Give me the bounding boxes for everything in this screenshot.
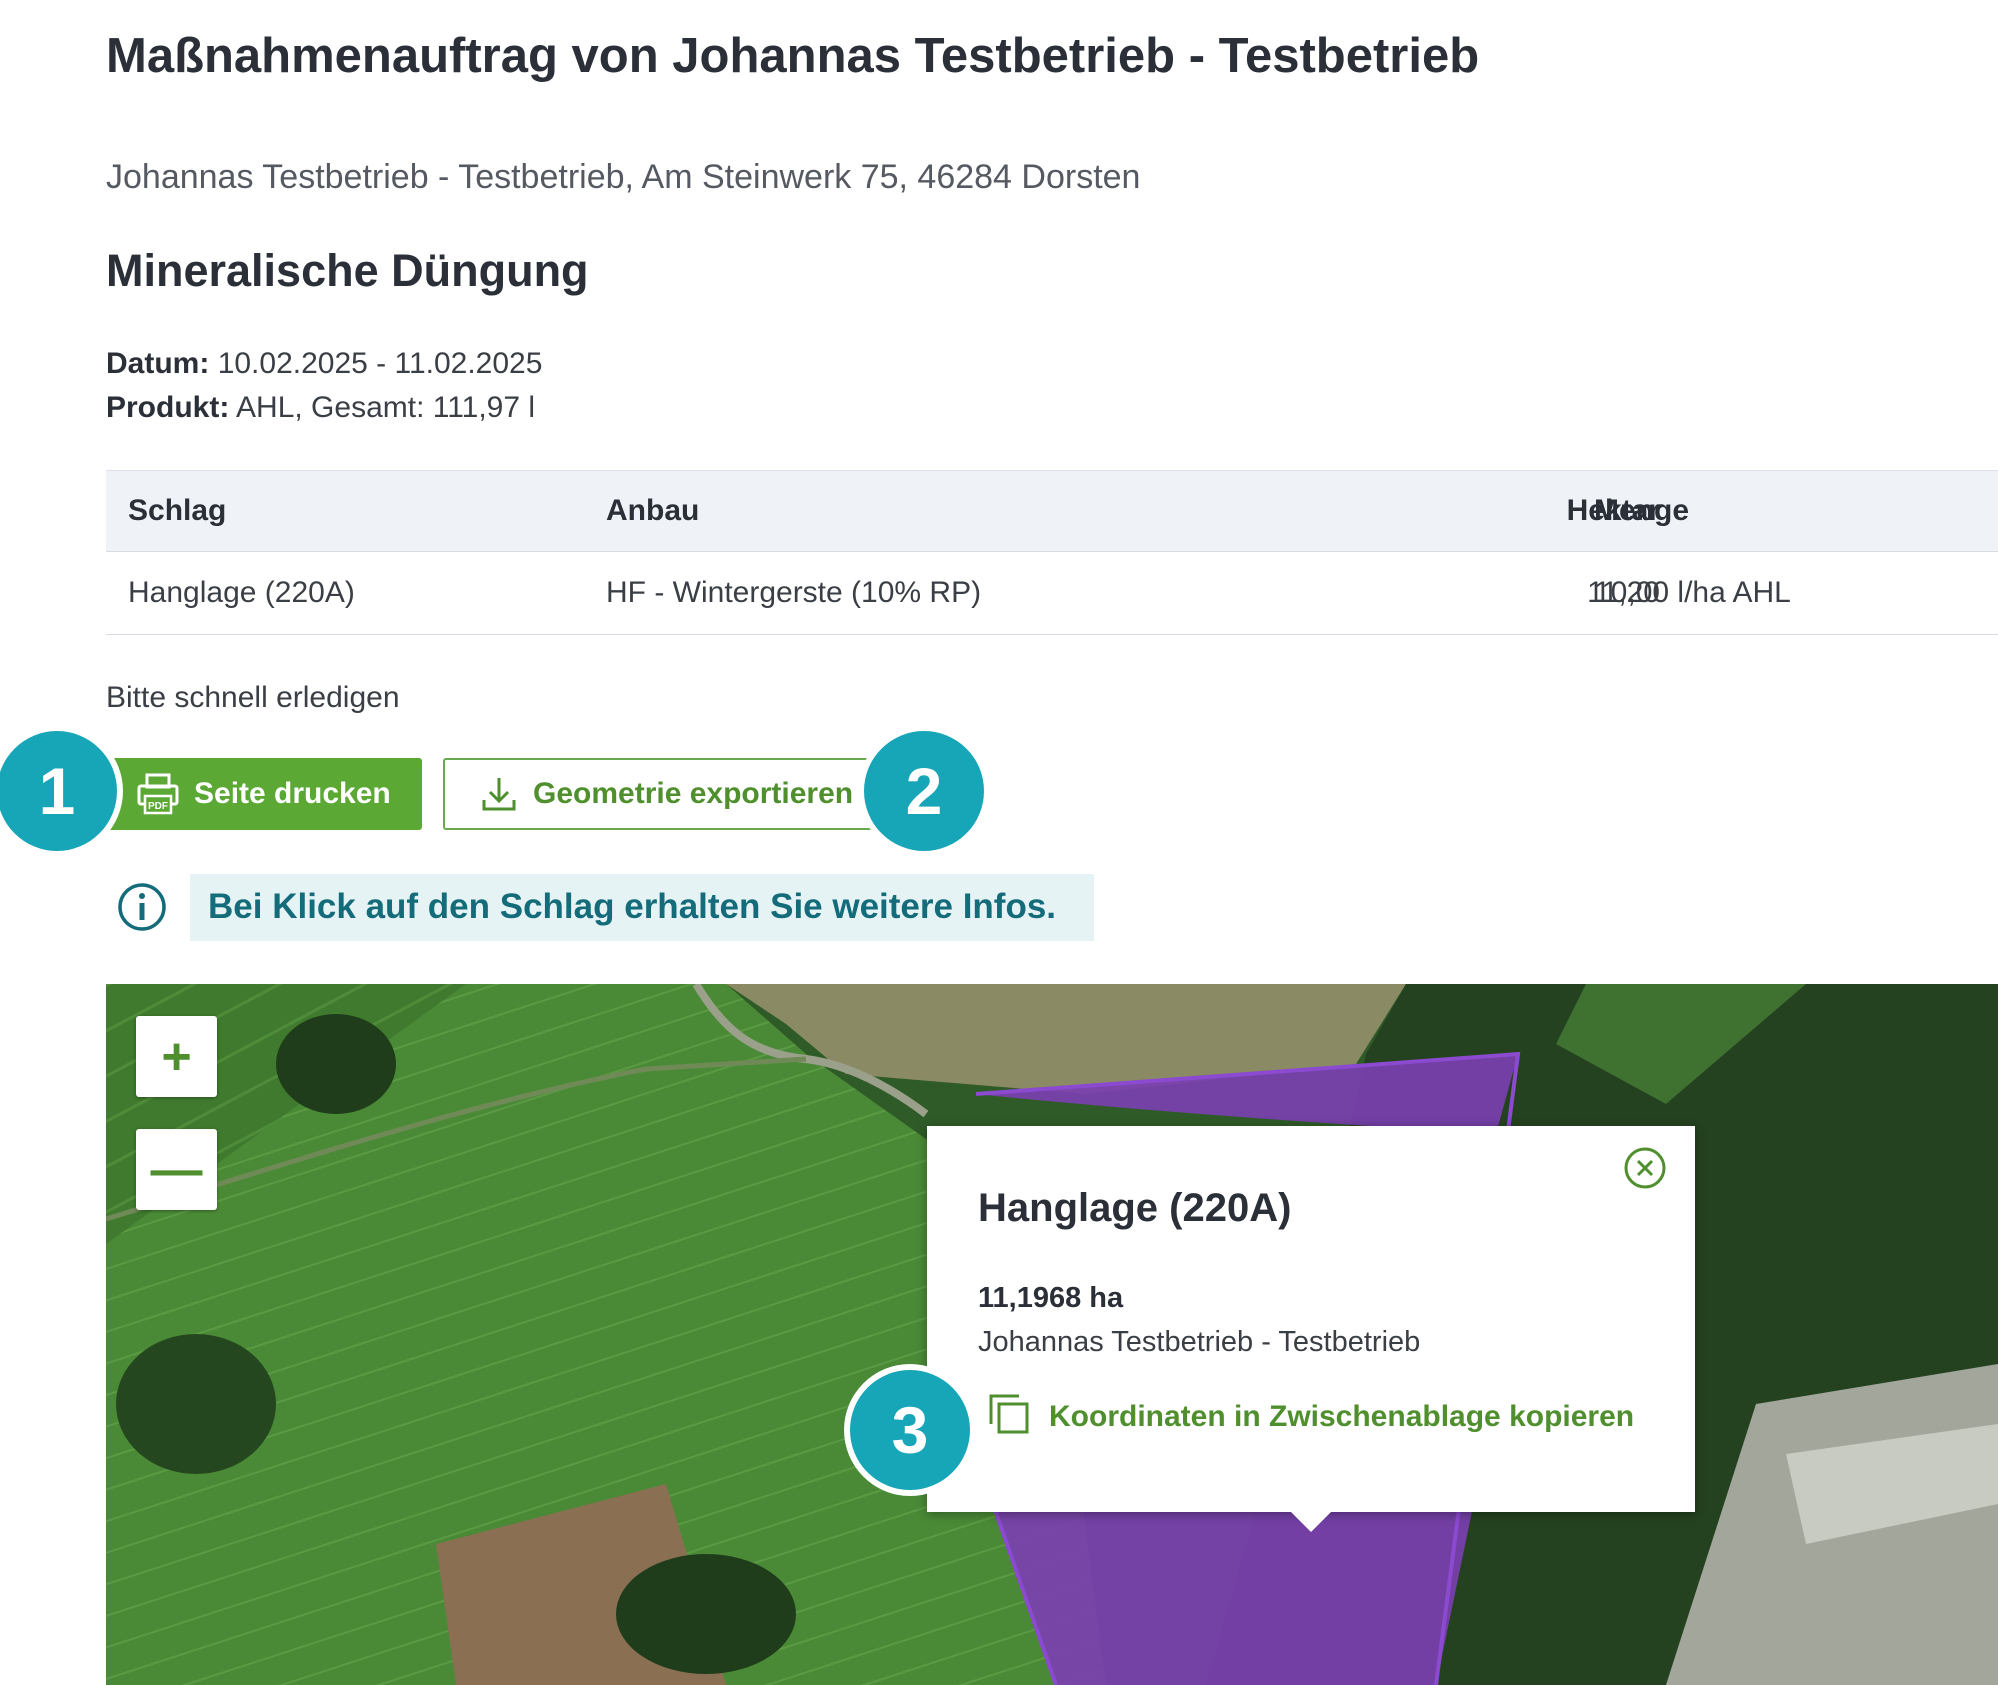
popup-field-title: Hanglage (220A) [978, 1186, 1292, 1230]
cell-menge: 10,00 l/ha AHL [1594, 576, 1791, 609]
column-header-anbau: Anbau [606, 494, 700, 527]
date-line: Datum: 10.02.2025 - 11.02.2025 [106, 347, 542, 381]
export-geometry-label: Geometrie exportieren [533, 777, 854, 810]
pdf-icon-text: PDF [148, 801, 168, 812]
field-map[interactable]: + — Hanglage (220A) 11,1968 ha Johannas … [106, 984, 1998, 1685]
date-label: Datum: [106, 347, 210, 380]
measures-table: Schlag Anbau Hektar Menge Hanglage (220A… [106, 470, 1998, 635]
section-title: Mineralische Düngung [106, 245, 589, 296]
copy-coordinates-label: Koordinaten in Zwischenablage kopieren [1049, 1399, 1635, 1433]
column-header-menge: Menge [1594, 494, 1690, 527]
product-label: Produkt: [106, 391, 230, 424]
print-page-label: Seite drucken [194, 777, 391, 810]
table-row[interactable]: Hanglage (220A) HF - Wintergerste (10% R… [106, 552, 1998, 635]
info-icon [117, 882, 167, 937]
zoom-out-button[interactable]: — [136, 1129, 217, 1210]
zoom-in-button[interactable]: + [136, 1016, 217, 1097]
callout-badge-1: 1 [0, 731, 117, 851]
table-header: Schlag Anbau Hektar Menge [106, 470, 1998, 552]
popup-field-area: 11,1968 ha [978, 1282, 1124, 1314]
callout-badge-3: 3 [850, 1370, 970, 1490]
column-header-schlag: Schlag [128, 494, 227, 527]
callout-badge-2: 2 [864, 731, 984, 851]
farm-address: Johannas Testbetrieb - Testbetrieb, Am S… [106, 158, 1141, 196]
download-icon [479, 774, 519, 814]
pdf-print-icon: PDF [136, 772, 180, 816]
cell-anbau: HF - Wintergerste (10% RP) [606, 576, 982, 609]
date-value: 10.02.2025 - 11.02.2025 [217, 347, 543, 380]
page-title: Maßnahmenauftrag von Johannas Testbetrie… [106, 29, 1480, 83]
product-value: AHL, Gesamt: 111,97 l [236, 391, 536, 424]
cell-schlag: Hanglage (220A) [128, 576, 355, 609]
popup-pointer [1291, 1512, 1331, 1532]
copy-coordinates-button[interactable]: Koordinaten in Zwischenablage kopieren [987, 1392, 1634, 1441]
popup-farm-name: Johannas Testbetrieb - Testbetrieb [978, 1326, 1421, 1358]
field-popup: Hanglage (220A) 11,1968 ha Johannas Test… [927, 1126, 1695, 1532]
export-geometry-button[interactable]: Geometrie exportieren [443, 758, 895, 830]
print-page-button[interactable]: PDF Seite drucken [106, 758, 422, 830]
order-note: Bitte schnell erledigen [106, 681, 400, 714]
info-text: Bei Klick auf den Schlag erhalten Sie we… [208, 887, 1057, 926]
copy-icon [987, 1392, 1031, 1441]
product-line: Produkt: AHL, Gesamt: 111,97 l [106, 391, 535, 425]
close-circle-icon[interactable] [1623, 1146, 1667, 1190]
